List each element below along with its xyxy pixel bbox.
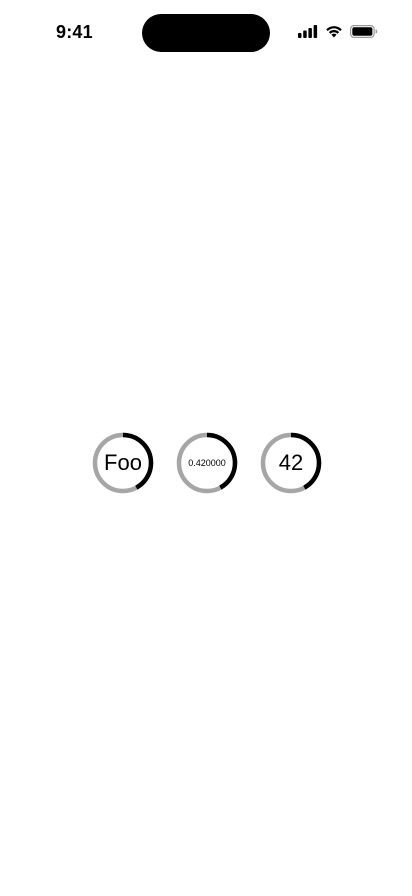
gauge-label: Foo <box>104 450 142 475</box>
gauges-row: Foo 0.420000 42 <box>0 432 412 494</box>
battery-icon <box>350 25 378 38</box>
gauge-label: 42 <box>278 450 304 475</box>
dynamic-island <box>142 14 270 52</box>
signal-icon <box>298 25 318 38</box>
wifi-icon <box>325 25 343 38</box>
gauge-decimal: 0.420000 <box>176 432 238 494</box>
gauge-label: 0.420000 <box>188 458 226 468</box>
gauge-integer: 42 <box>260 432 322 494</box>
gauge-foo: Foo <box>92 432 154 494</box>
status-bar: 9:41 <box>0 0 412 64</box>
status-icons <box>298 25 378 38</box>
status-time: 9:41 <box>56 22 93 42</box>
